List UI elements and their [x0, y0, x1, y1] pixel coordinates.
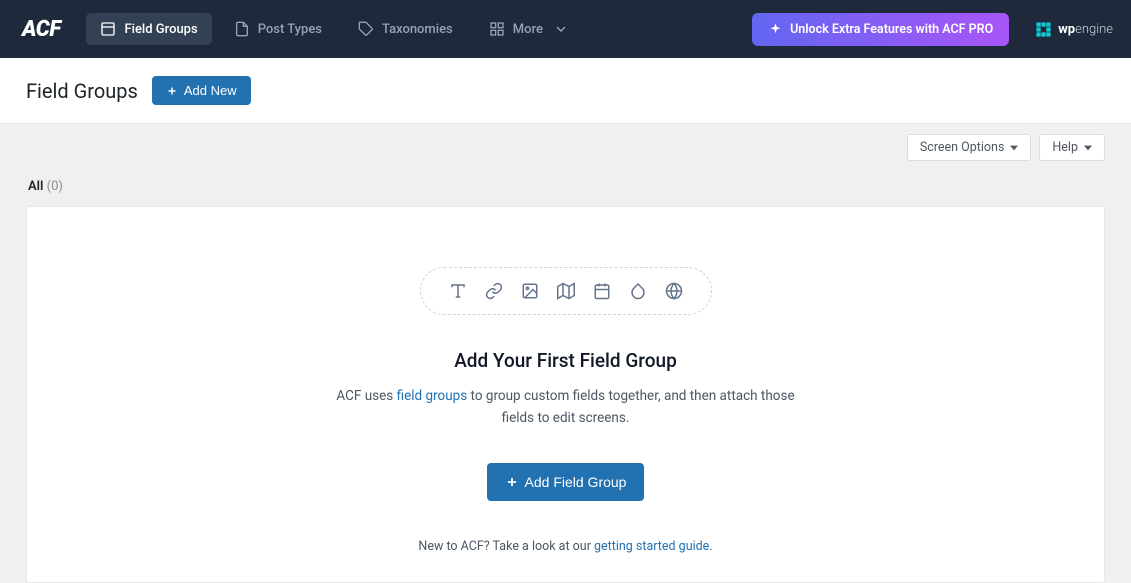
field-type-icons	[420, 267, 712, 315]
empty-description: ACF uses field groups to group custom fi…	[326, 386, 806, 429]
help-tab[interactable]: Help	[1039, 134, 1105, 161]
nav-label: Post Types	[258, 22, 322, 37]
nav-taxonomies[interactable]: Taxonomies	[344, 13, 467, 45]
plus-icon	[166, 85, 178, 97]
footer-note: New to ACF? Take a look at our getting s…	[67, 539, 1064, 554]
plus-icon	[505, 475, 519, 489]
map-icon	[557, 282, 575, 300]
nav-label: Field Groups	[124, 22, 197, 37]
getting-started-link[interactable]: getting started guide	[594, 539, 709, 554]
acf-logo: ACF	[22, 17, 60, 42]
meta-tabs: Screen Options Help	[0, 124, 1131, 161]
link-icon	[485, 282, 503, 300]
top-nav: ACF Field Groups Post Types Taxonomies M…	[0, 0, 1131, 58]
tab-label: Help	[1052, 140, 1078, 155]
pro-label: Unlock Extra Features with ACF PRO	[790, 22, 993, 37]
layout-icon	[100, 21, 116, 37]
tab-label: Screen Options	[920, 140, 1005, 155]
nav-post-types[interactable]: Post Types	[220, 13, 336, 45]
filter-all[interactable]: All	[28, 179, 43, 194]
unlock-pro-button[interactable]: Unlock Extra Features with ACF PRO	[752, 13, 1009, 46]
document-icon	[234, 21, 250, 37]
field-groups-link[interactable]: field groups	[397, 388, 468, 404]
globe-icon	[665, 282, 683, 300]
empty-title: Add Your First Field Group	[67, 349, 1064, 372]
nav-label: More	[513, 22, 543, 37]
chevron-down-icon	[553, 21, 569, 37]
page-title: Field Groups	[26, 79, 138, 103]
nav-label: Taxonomies	[382, 22, 453, 37]
button-label: Add New	[184, 83, 237, 98]
add-field-group-button[interactable]: Add Field Group	[487, 463, 645, 501]
triangle-down-icon	[1084, 144, 1092, 152]
button-label: Add Field Group	[525, 474, 627, 490]
page-header: Field Groups Add New	[0, 58, 1131, 124]
filter-row: All (0)	[0, 161, 1131, 206]
calendar-icon	[593, 282, 611, 300]
empty-state-panel: Add Your First Field Group ACF uses fiel…	[26, 206, 1105, 583]
text-icon	[449, 282, 467, 300]
image-icon	[521, 282, 539, 300]
tag-icon	[358, 21, 374, 37]
nav-more[interactable]: More	[475, 13, 583, 45]
wpengine-icon	[1035, 21, 1052, 38]
filter-count: (0)	[47, 179, 63, 194]
nav-field-groups[interactable]: Field Groups	[86, 13, 211, 45]
add-new-button[interactable]: Add New	[152, 76, 251, 105]
grid-icon	[489, 21, 505, 37]
triangle-down-icon	[1010, 144, 1018, 152]
screen-options-tab[interactable]: Screen Options	[907, 134, 1032, 161]
droplet-icon	[629, 282, 647, 300]
wpengine-logo[interactable]: wpengine	[1035, 21, 1113, 38]
sparkle-icon	[768, 22, 783, 37]
